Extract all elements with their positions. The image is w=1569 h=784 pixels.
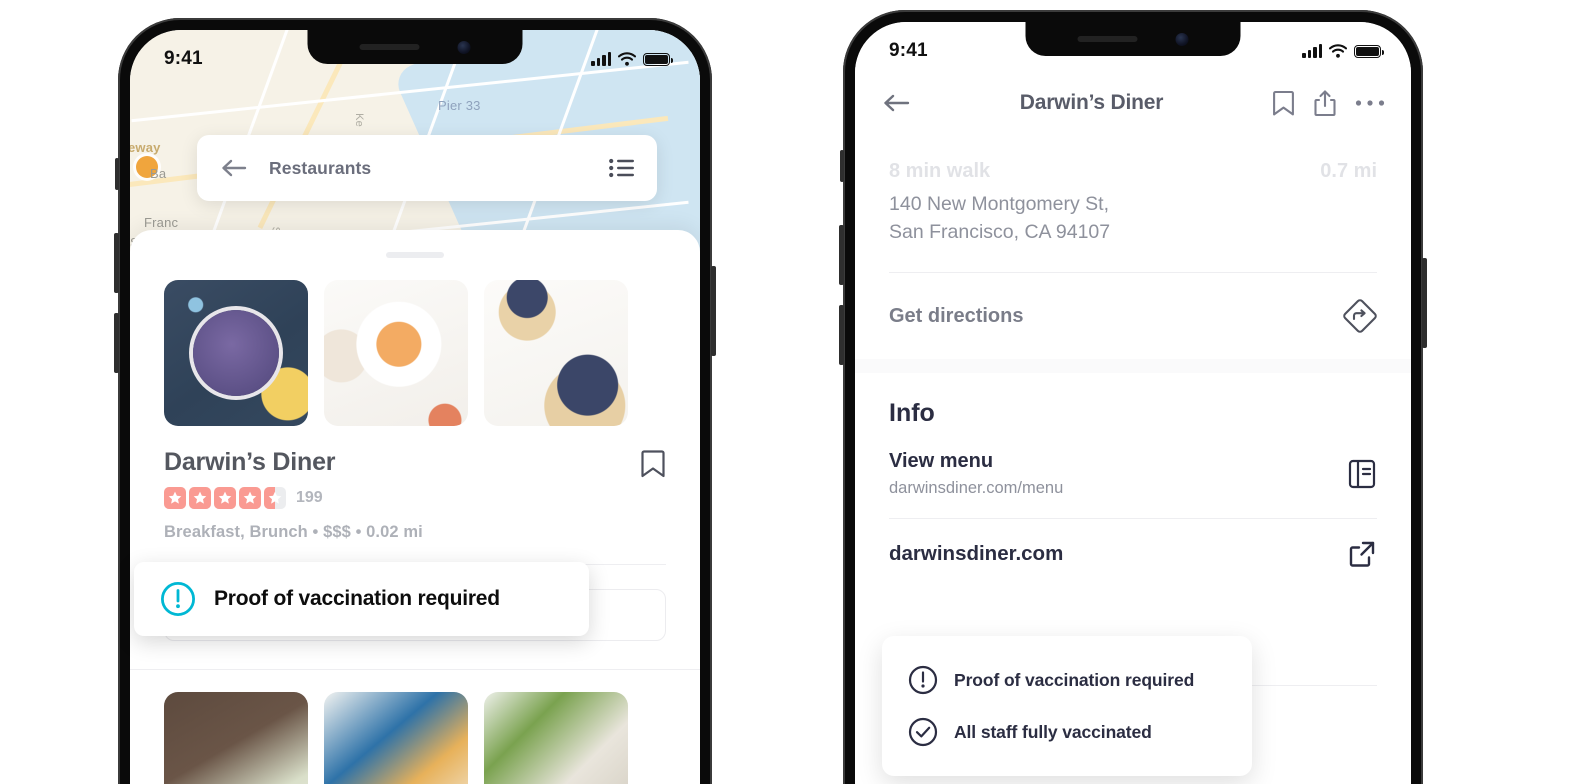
earpiece-speaker (1077, 36, 1138, 42)
search-title: Restaurants (269, 157, 372, 178)
bookmark-icon[interactable] (640, 448, 666, 480)
info-section-title: Info (889, 399, 935, 428)
review-count: 199 (296, 489, 323, 506)
view-menu-url: darwinsdiner.com/menu (889, 479, 1064, 498)
volume-down-button[interactable] (839, 305, 844, 365)
website-label: darwinsdiner.com (889, 542, 1064, 566)
status-clock: 9:41 (889, 40, 928, 61)
section-separator (855, 359, 1411, 374)
front-camera (457, 40, 471, 54)
avocado-toast-photo[interactable] (164, 692, 308, 784)
external-link-icon[interactable] (1347, 539, 1377, 569)
blue-plate-photo[interactable] (324, 692, 468, 784)
device-notch (1025, 22, 1241, 56)
place-title: Darwin’s Diner (164, 448, 336, 476)
check-circle-icon (908, 717, 938, 747)
staff-vaccinated-item[interactable]: All staff fully vaccinated (908, 717, 1226, 747)
photo-gallery-row-2[interactable] (130, 670, 700, 784)
smoothie-bowl-photo[interactable] (164, 280, 308, 426)
view-menu-row[interactable]: View menu darwinsdiner.com/menu (889, 428, 1377, 518)
power-button[interactable] (1422, 258, 1427, 348)
star-rating (164, 487, 286, 509)
silent-switch[interactable] (840, 150, 844, 182)
volume-up-button[interactable] (114, 233, 119, 293)
website-row[interactable]: darwinsdiner.com (889, 518, 1377, 589)
address-line-1: 140 New Montgomery St, (889, 193, 1110, 215)
power-button[interactable] (711, 266, 716, 356)
blueberry-tart-photo[interactable] (484, 280, 628, 426)
detail-header-bar: Darwin’s Diner (855, 72, 1411, 134)
green-dish-photo[interactable] (484, 692, 628, 784)
star-icon (164, 487, 186, 509)
photo-gallery-row[interactable] (130, 258, 700, 426)
map-label-eway: eway (130, 140, 161, 155)
bookmark-icon[interactable] (1272, 89, 1295, 118)
get-directions-row[interactable]: Get directions (889, 272, 1377, 359)
map-label-pier33: Pier 33 (438, 98, 481, 113)
walk-time-row: 8 min walk 0.7 mi (889, 160, 1377, 183)
earpiece-speaker (359, 44, 420, 50)
vaccination-callout-left[interactable]: Proof of vaccination required (134, 562, 589, 636)
place-summary: Darwin’s Diner 199 Breakfast, Brunch • $… (130, 426, 700, 565)
cellular-signal-icon (1302, 43, 1322, 58)
battery-icon (1354, 44, 1385, 58)
granola-peach-photo[interactable] (324, 280, 468, 426)
phone-screen-left: Pier 33 eway Ba Franc St Ke St Restauran… (130, 30, 700, 784)
get-directions-label: Get directions (889, 304, 1024, 327)
staff-vaccinated-text: All staff fully vaccinated (954, 721, 1152, 742)
device-notch (307, 30, 523, 64)
volume-down-button[interactable] (114, 313, 119, 373)
menu-book-icon[interactable] (1347, 458, 1377, 490)
page-title: Darwin’s Diner (1019, 91, 1164, 114)
screenshot-stage: Pier 33 eway Ba Franc St Ke St Restauran… (0, 0, 1569, 784)
arrow-left-icon[interactable] (883, 93, 911, 113)
arrow-left-icon[interactable] (221, 158, 247, 178)
address-block[interactable]: 140 New Montgomery St, San Francisco, CA… (889, 191, 1377, 246)
star-icon (214, 487, 236, 509)
phone-device-left: Pier 33 eway Ba Franc St Ke St Restauran… (114, 18, 716, 784)
exclamation-circle-icon (908, 665, 938, 695)
walk-time-label: 8 min walk (889, 160, 991, 182)
front-camera (1175, 32, 1189, 46)
rating-row: 199 (164, 487, 666, 509)
address-line-2: San Francisco, CA 94107 (889, 220, 1111, 243)
star-icon (239, 487, 261, 509)
vaccination-proof-item[interactable]: Proof of vaccination required (908, 665, 1226, 695)
map-label-ke: Ke (352, 113, 365, 127)
walk-distance-label: 0.7 mi (1320, 160, 1377, 182)
map-label-franc: Franc (144, 215, 179, 230)
wifi-icon (1329, 44, 1347, 58)
search-header-card[interactable]: Restaurants (197, 135, 657, 201)
place-bottom-sheet[interactable]: Darwin’s Diner 199 Breakfast, Brunch • $… (130, 230, 700, 784)
exclamation-circle-icon (160, 581, 196, 617)
vaccination-proof-text: Proof of vaccination required (954, 669, 1195, 690)
silent-switch[interactable] (115, 158, 119, 190)
map-label-ba: Ba (150, 166, 167, 181)
directions-diamond-icon[interactable] (1343, 299, 1377, 334)
place-meta: Breakfast, Brunch • $$$ • 0.02 mi (164, 523, 423, 541)
view-menu-label: View menu (889, 450, 994, 473)
list-view-icon[interactable] (609, 158, 635, 178)
vaccination-card-right[interactable]: Proof of vaccination required All staff … (882, 636, 1252, 776)
star-icon-half (264, 487, 286, 509)
vaccination-callout-text: Proof of vaccination required (214, 587, 500, 610)
volume-up-button[interactable] (839, 225, 844, 285)
star-icon (189, 487, 211, 509)
more-horizontal-icon[interactable] (1355, 99, 1385, 107)
share-icon[interactable] (1313, 89, 1337, 118)
